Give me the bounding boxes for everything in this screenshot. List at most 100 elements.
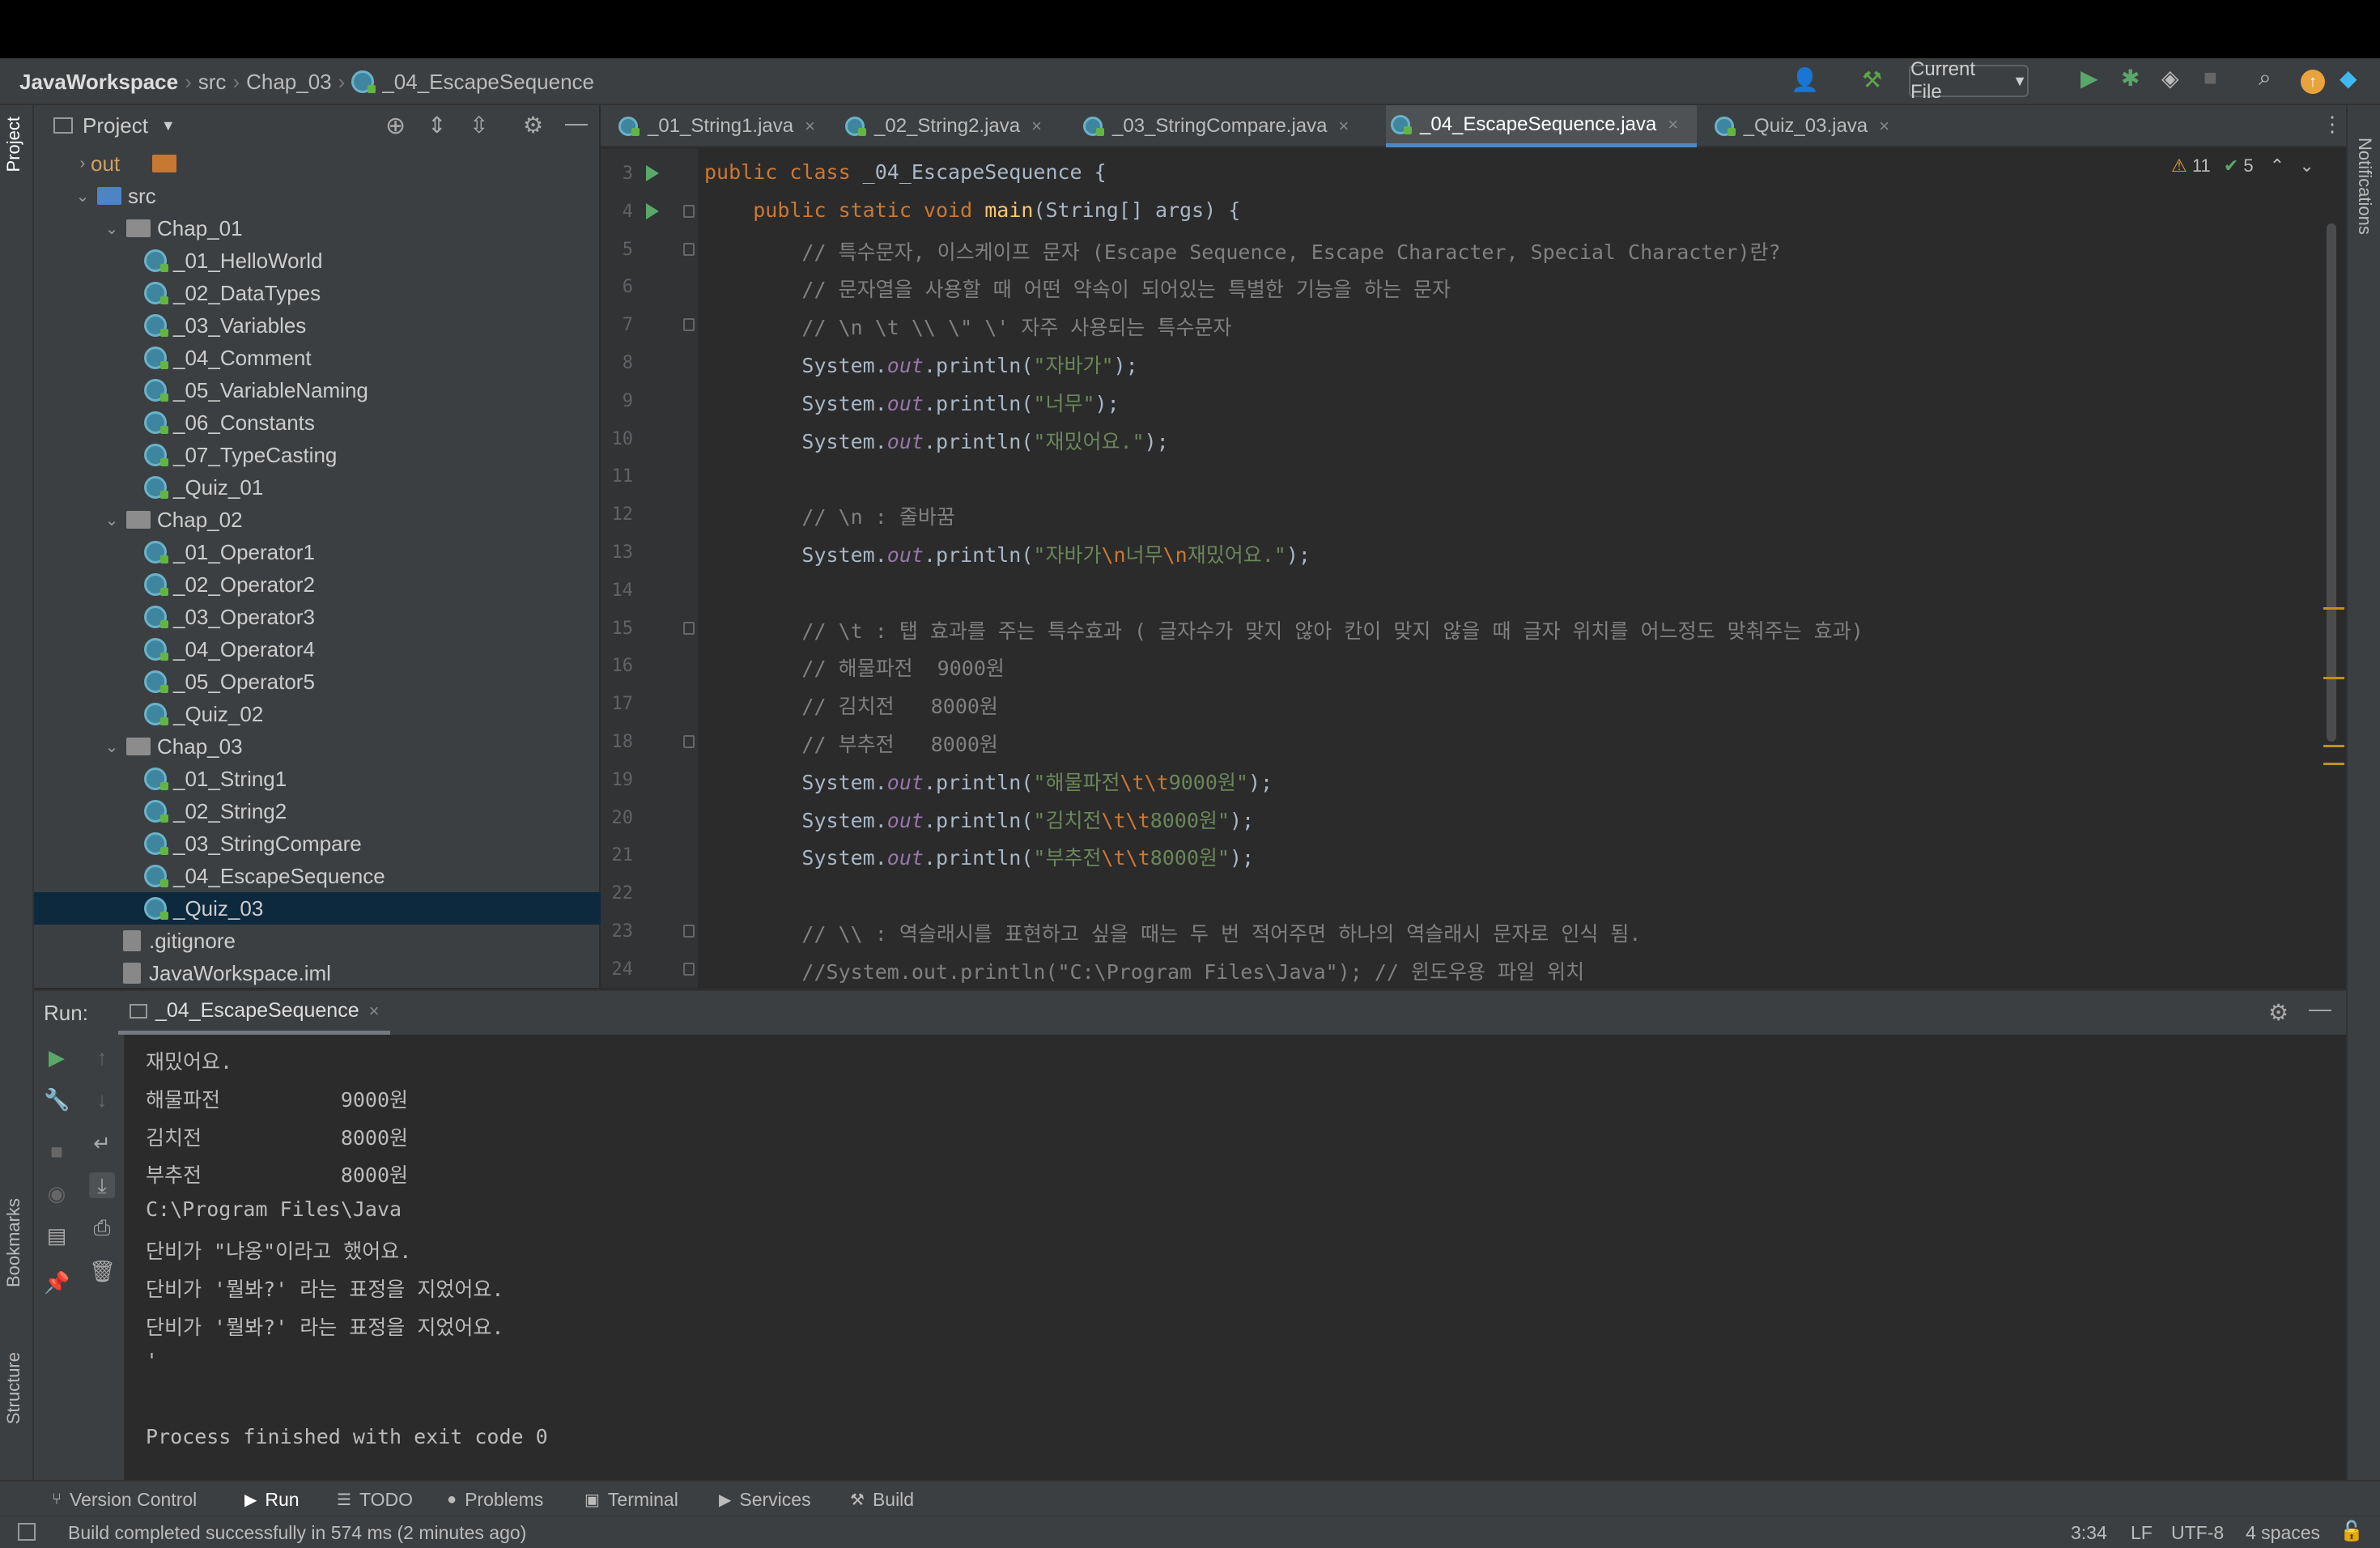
minimize-icon[interactable]: — bbox=[2309, 996, 2331, 1022]
tree-item[interactable]: _05_Operator5 bbox=[34, 666, 601, 698]
fold-marker-icon[interactable] bbox=[683, 621, 695, 635]
fold-marker-icon[interactable] bbox=[683, 735, 695, 748]
tree-item[interactable]: _01_String1 bbox=[34, 763, 601, 795]
tree-item[interactable]: _02_DataTypes bbox=[34, 277, 601, 309]
tree-item[interactable]: _03_StringCompare bbox=[34, 827, 601, 860]
tool-tab-problems[interactable]: ● Problems bbox=[447, 1482, 543, 1517]
tree-item[interactable]: _07_TypeCasting bbox=[34, 439, 601, 471]
tool-tab-services[interactable]: ▶ Services bbox=[719, 1482, 811, 1517]
locate-icon[interactable]: ⊕ bbox=[385, 112, 406, 140]
soft-wrap-icon[interactable]: ↵ bbox=[89, 1130, 115, 1156]
close-icon[interactable]: × bbox=[1339, 116, 1349, 137]
project-tool-label[interactable]: Project bbox=[3, 117, 24, 172]
breadcrumb-folder[interactable]: Chap_03 bbox=[246, 70, 332, 95]
tree-item[interactable]: _Quiz_01 bbox=[34, 471, 601, 504]
tree-item[interactable]: _06_Constants bbox=[34, 406, 601, 439]
tree-item[interactable]: _02_String2 bbox=[34, 795, 601, 827]
gear-icon[interactable]: ⚙ bbox=[523, 112, 543, 138]
user-icon[interactable]: 👤 bbox=[1791, 66, 1819, 93]
error-stripe-mark[interactable] bbox=[2323, 607, 2344, 610]
chevron-down-icon[interactable]: ⌄ bbox=[2299, 155, 2314, 176]
breadcrumb-file[interactable]: _04_EscapeSequence bbox=[382, 70, 594, 95]
run-config-select[interactable]: Current File ▼ bbox=[1909, 58, 2029, 103]
lock-icon[interactable]: 🔓 bbox=[2340, 1520, 2364, 1543]
debug-icon[interactable]: ✱ bbox=[2121, 65, 2140, 91]
stop-icon[interactable]: ■ bbox=[44, 1138, 70, 1164]
tool-tab-terminal[interactable]: ▣ Terminal bbox=[584, 1482, 678, 1517]
chevron-up-icon[interactable]: ⌃ bbox=[2270, 155, 2284, 176]
tree-item[interactable]: _04_Operator4 bbox=[34, 633, 601, 666]
caret-position[interactable]: 3:34 bbox=[2071, 1516, 2107, 1548]
run-tab[interactable]: _04_EscapeSequence × bbox=[118, 991, 391, 1035]
expand-all-icon[interactable]: ⇕ bbox=[427, 112, 446, 138]
editor-tab[interactable]: _04_EscapeSequence.java × bbox=[1386, 105, 1697, 147]
tree-item[interactable]: JavaWorkspace.iml bbox=[34, 957, 601, 989]
tree-item[interactable]: ⌄ Chap_01 bbox=[34, 212, 601, 245]
chevron-down-icon[interactable]: ▼ bbox=[161, 117, 176, 134]
chevron-icon[interactable]: ⌄ bbox=[104, 219, 120, 239]
tree-item[interactable]: _Quiz_02 bbox=[34, 698, 601, 730]
tool-tab-run[interactable]: ▶ Run bbox=[244, 1482, 300, 1517]
coverage-icon[interactable]: ◈ bbox=[2161, 65, 2179, 91]
tree-item[interactable]: .gitignore bbox=[34, 925, 601, 957]
tree-item[interactable]: _01_HelloWorld bbox=[34, 245, 601, 277]
tree-item[interactable]: › out bbox=[34, 147, 601, 180]
file-encoding[interactable]: UTF-8 bbox=[2171, 1516, 2224, 1548]
close-icon[interactable]: × bbox=[369, 1001, 380, 1022]
tree-item[interactable]: _02_Operator2 bbox=[34, 568, 601, 601]
fold-marker-icon[interactable] bbox=[683, 204, 695, 218]
collapse-all-icon[interactable]: ⇳ bbox=[470, 112, 488, 138]
breadcrumb-workspace[interactable]: JavaWorkspace bbox=[19, 70, 178, 95]
print-icon[interactable]: ⎙ bbox=[89, 1214, 115, 1240]
editor-tab[interactable]: _01_String1.java × bbox=[614, 105, 827, 147]
close-icon[interactable]: × bbox=[1879, 116, 1889, 137]
run-gutter-icon[interactable] bbox=[646, 165, 659, 181]
scroll-to-end-icon[interactable]: ⤓ bbox=[89, 1172, 115, 1198]
tree-item[interactable]: _04_Comment bbox=[34, 342, 601, 374]
run-icon[interactable]: ▶ bbox=[2080, 65, 2098, 91]
line-separator[interactable]: LF bbox=[2131, 1516, 2153, 1548]
run-gutter-icon[interactable] bbox=[646, 202, 659, 219]
tree-item[interactable]: _03_Variables bbox=[34, 309, 601, 342]
code-editor[interactable]: 345678910111213141516171819202122232425 … bbox=[601, 149, 2346, 988]
close-icon[interactable]: × bbox=[1668, 114, 1678, 135]
tool-tab-todo[interactable]: ☰ TODO bbox=[337, 1482, 413, 1517]
structure-tool-label[interactable]: Structure bbox=[3, 1352, 24, 1424]
tool-tab-version-control[interactable]: ⑂ Version Control bbox=[52, 1482, 197, 1517]
wrench-icon[interactable]: 🔧 bbox=[44, 1087, 70, 1112]
arrow-up-icon[interactable]: ↑ bbox=[89, 1044, 115, 1070]
tree-item[interactable]: _Quiz_03 bbox=[34, 892, 601, 925]
ide-logo-icon[interactable]: ◆ bbox=[2340, 65, 2357, 91]
tree-item[interactable]: ⌄ Chap_02 bbox=[34, 504, 601, 536]
error-stripe-mark[interactable] bbox=[2323, 763, 2344, 765]
chevron-icon[interactable]: ⌄ bbox=[104, 510, 120, 530]
search-icon[interactable]: ⌕ bbox=[2259, 65, 2272, 91]
tree-item[interactable]: _04_EscapeSequence bbox=[34, 860, 601, 892]
trash-icon[interactable]: 🗑 bbox=[89, 1258, 116, 1284]
fold-marker-icon[interactable] bbox=[683, 242, 695, 256]
minimize-icon[interactable]: — bbox=[565, 110, 588, 136]
pin-icon[interactable]: 📌 bbox=[44, 1269, 70, 1295]
tree-item[interactable]: _01_Operator1 bbox=[34, 536, 601, 568]
error-stripe-mark[interactable] bbox=[2323, 677, 2344, 679]
breadcrumb-src[interactable]: src bbox=[198, 70, 227, 95]
chevron-icon[interactable]: › bbox=[74, 155, 91, 173]
editor-tab[interactable]: _03_StringCompare.java × bbox=[1078, 105, 1373, 147]
error-stripe-mark[interactable] bbox=[2323, 745, 2344, 747]
rerun-icon[interactable]: ▶ bbox=[44, 1044, 70, 1070]
stop-icon[interactable]: ■ bbox=[2204, 65, 2217, 91]
camera-icon[interactable]: ◉ bbox=[44, 1180, 70, 1206]
arrow-down-icon[interactable]: ↓ bbox=[89, 1087, 115, 1112]
chevron-icon[interactable]: ⌄ bbox=[74, 186, 91, 206]
editor-tab[interactable]: _02_String2.java × bbox=[840, 105, 1065, 147]
tree-item[interactable]: _03_Operator3 bbox=[34, 601, 601, 633]
bookmarks-tool-label[interactable]: Bookmarks bbox=[3, 1198, 24, 1287]
notifications-tool-label[interactable]: Notifications bbox=[2354, 138, 2375, 235]
fold-marker-icon[interactable] bbox=[683, 925, 695, 938]
build-hammer-icon[interactable]: ⚒ bbox=[1862, 66, 1882, 93]
layout-icon[interactable]: ▤ bbox=[44, 1223, 70, 1248]
status-message[interactable]: Build completed successfully in 574 ms (… bbox=[68, 1516, 526, 1548]
tool-tab-build[interactable]: ⚒ Build bbox=[850, 1482, 914, 1517]
close-icon[interactable]: × bbox=[1031, 116, 1042, 137]
close-icon[interactable]: × bbox=[805, 116, 815, 137]
